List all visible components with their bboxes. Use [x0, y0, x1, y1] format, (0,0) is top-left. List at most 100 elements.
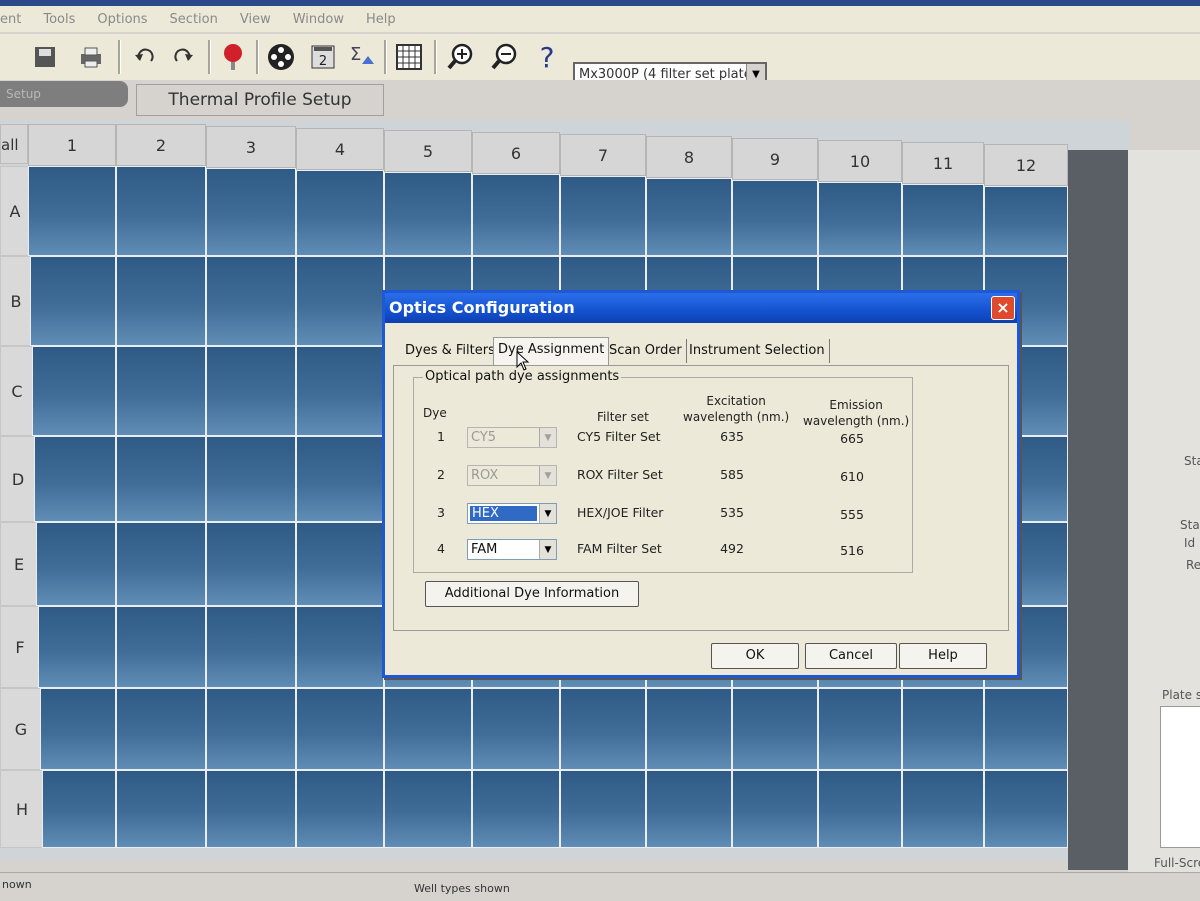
- column-header-1[interactable]: 1: [28, 124, 116, 166]
- tab-thermal-profile-setup[interactable]: Thermal Profile Setup: [136, 84, 384, 116]
- column-header-8[interactable]: 8: [646, 136, 732, 178]
- well-F2[interactable]: [116, 606, 206, 688]
- row-header-G[interactable]: G: [0, 688, 42, 770]
- well-C1[interactable]: [32, 346, 116, 436]
- well-H7[interactable]: [560, 770, 646, 848]
- well-A9[interactable]: [732, 180, 818, 256]
- well-G8[interactable]: [646, 688, 732, 770]
- well-E1[interactable]: [36, 522, 116, 606]
- well-F3[interactable]: [206, 606, 296, 688]
- well-E4[interactable]: [296, 522, 384, 606]
- well-A1[interactable]: [28, 166, 116, 256]
- well-G7[interactable]: [560, 688, 646, 770]
- well-A3[interactable]: [206, 168, 296, 256]
- well-G9[interactable]: [732, 688, 818, 770]
- well-D1[interactable]: [34, 436, 116, 522]
- print-icon[interactable]: [74, 40, 108, 74]
- well-D2[interactable]: [116, 436, 206, 522]
- undo-icon[interactable]: [128, 40, 162, 74]
- well-H11[interactable]: [902, 770, 984, 848]
- calculator-icon[interactable]: 2: [306, 40, 340, 74]
- well-G3[interactable]: [206, 688, 296, 770]
- menu-item-instrument[interactable]: ent: [0, 12, 21, 27]
- row-header-C[interactable]: C: [0, 346, 34, 436]
- well-D4[interactable]: [296, 436, 384, 522]
- well-G2[interactable]: [116, 688, 206, 770]
- redo-icon[interactable]: [166, 40, 200, 74]
- row-header-D[interactable]: D: [0, 436, 36, 522]
- dye-select-4[interactable]: FAM ▼: [467, 539, 557, 560]
- well-H4[interactable]: [296, 770, 384, 848]
- row-header-F[interactable]: F: [0, 606, 40, 688]
- menu-item-options[interactable]: Options: [97, 12, 147, 27]
- column-header-9[interactable]: 9: [732, 138, 818, 180]
- stop-icon[interactable]: [216, 40, 250, 74]
- close-icon[interactable]: ×: [991, 296, 1015, 320]
- well-H12[interactable]: [984, 770, 1068, 848]
- well-F1[interactable]: [38, 606, 116, 688]
- tab-dyes-filters[interactable]: Dyes & Filters: [401, 339, 500, 363]
- sum-icon[interactable]: Σ: [342, 40, 376, 74]
- tab-scan-order[interactable]: Scan Order: [605, 339, 687, 363]
- column-header-7[interactable]: 7: [560, 134, 646, 176]
- menu-item-tools[interactable]: Tools: [43, 12, 75, 27]
- column-header-12[interactable]: 12: [984, 144, 1068, 186]
- row-header-B[interactable]: B: [0, 256, 32, 346]
- full-screen-button[interactable]: Full-Scre: [1154, 856, 1200, 870]
- save-icon[interactable]: [28, 40, 62, 74]
- dye-select-3[interactable]: HEX ▼: [467, 503, 557, 524]
- well-E2[interactable]: [116, 522, 206, 606]
- cancel-button[interactable]: Cancel: [805, 643, 897, 669]
- select-all-corner[interactable]: all: [0, 124, 28, 164]
- column-header-4[interactable]: 4: [296, 128, 384, 170]
- help-icon[interactable]: ?: [530, 40, 564, 74]
- well-H6[interactable]: [472, 770, 560, 848]
- ok-button[interactable]: OK: [711, 643, 799, 669]
- well-A11[interactable]: [902, 184, 984, 256]
- additional-dye-info-button[interactable]: Additional Dye Information: [425, 581, 639, 607]
- menu-item-help[interactable]: Help: [366, 12, 396, 27]
- well-A6[interactable]: [472, 174, 560, 256]
- well-E3[interactable]: [206, 522, 296, 606]
- tab-setup[interactable]: Setup: [0, 81, 128, 107]
- chevron-down-icon[interactable]: ▼: [539, 504, 556, 523]
- column-header-10[interactable]: 10: [818, 140, 902, 182]
- column-header-2[interactable]: 2: [116, 124, 206, 166]
- well-A7[interactable]: [560, 176, 646, 256]
- tab-dye-assignment[interactable]: Dye Assignment: [493, 337, 610, 365]
- row-header-H[interactable]: H: [0, 770, 44, 848]
- well-H5[interactable]: [384, 770, 472, 848]
- well-B1[interactable]: [30, 256, 116, 346]
- plate-setup-box[interactable]: [1160, 706, 1200, 848]
- well-A12[interactable]: [984, 186, 1068, 256]
- well-G6[interactable]: [472, 688, 560, 770]
- run-icon[interactable]: [264, 40, 298, 74]
- well-H3[interactable]: [206, 770, 296, 848]
- well-F4[interactable]: [296, 606, 384, 688]
- column-header-5[interactable]: 5: [384, 130, 472, 172]
- column-header-3[interactable]: 3: [206, 126, 296, 168]
- well-D3[interactable]: [206, 436, 296, 522]
- grid-icon[interactable]: [392, 40, 426, 74]
- zoom-out-icon[interactable]: [488, 40, 522, 74]
- menu-item-view[interactable]: View: [240, 12, 271, 27]
- well-A4[interactable]: [296, 170, 384, 256]
- well-H8[interactable]: [646, 770, 732, 848]
- menu-item-section[interactable]: Section: [170, 12, 218, 27]
- well-C4[interactable]: [296, 346, 384, 436]
- well-B2[interactable]: [116, 256, 206, 346]
- help-button[interactable]: Help: [899, 643, 987, 669]
- well-B3[interactable]: [206, 256, 296, 346]
- well-H10[interactable]: [818, 770, 902, 848]
- tab-instrument-selection[interactable]: Instrument Selection: [685, 339, 830, 363]
- chevron-down-icon[interactable]: ▼: [539, 540, 556, 559]
- well-G11[interactable]: [902, 688, 984, 770]
- well-C2[interactable]: [116, 346, 206, 436]
- menu-item-window[interactable]: Window: [293, 12, 344, 27]
- well-A10[interactable]: [818, 182, 902, 256]
- row-header-E[interactable]: E: [0, 522, 38, 606]
- well-C3[interactable]: [206, 346, 296, 436]
- well-H9[interactable]: [732, 770, 818, 848]
- well-G4[interactable]: [296, 688, 384, 770]
- well-A5[interactable]: [384, 172, 472, 256]
